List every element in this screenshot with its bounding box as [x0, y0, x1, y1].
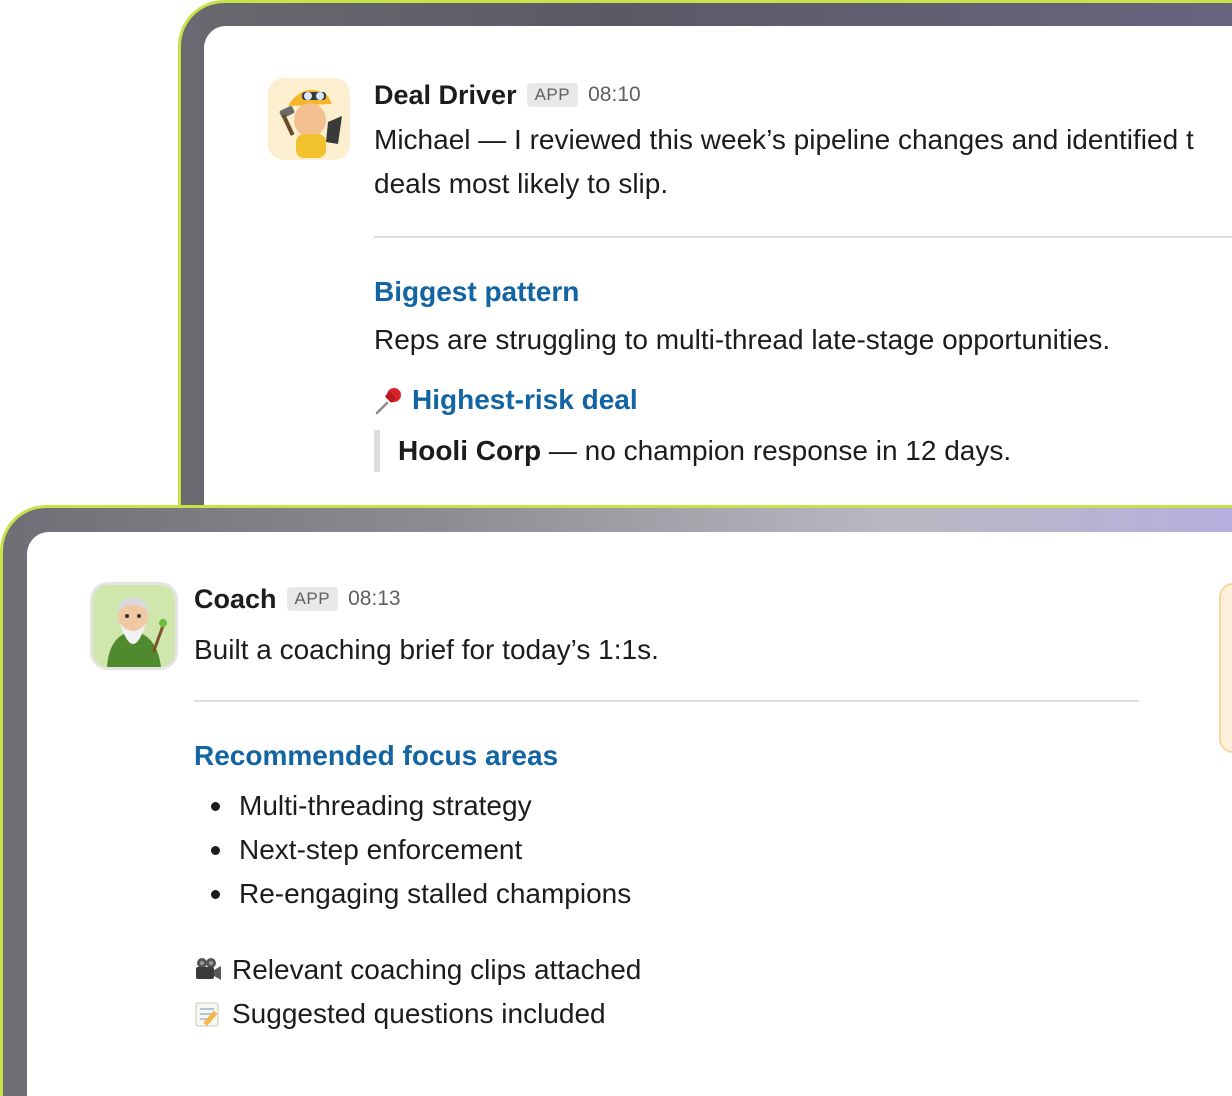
- coach-message: Coach APP 08:13 Built a coaching brief f…: [90, 582, 1139, 1036]
- focus-list: Multi-threading strategy Next-step enfor…: [194, 784, 1139, 916]
- risk-quote: Hooli Corp — no champion response in 12 …: [374, 430, 1232, 472]
- sender-name[interactable]: Deal Driver: [374, 80, 517, 111]
- memo-icon: [195, 1002, 219, 1027]
- coach-window: Coach APP 08:13 Built a coaching brief f…: [0, 505, 1232, 1096]
- deal-driver-message: Deal Driver APP 08:10 Michael — I review…: [268, 78, 1232, 472]
- list-item: Multi-threading strategy: [194, 784, 1139, 828]
- deal-driver-avatar[interactable]: [268, 78, 350, 160]
- clips-text: Relevant coaching clips attached: [232, 954, 642, 985]
- side-card: [1219, 583, 1232, 753]
- coach-intro: Built a coaching brief for today’s 1:1s.: [194, 634, 659, 665]
- risk-company: Hooli Corp: [398, 435, 542, 466]
- timestamp[interactable]: 08:13: [348, 587, 401, 611]
- app-badge: APP: [526, 83, 579, 107]
- deal-driver-header: Deal Driver APP 08:10: [374, 78, 1232, 112]
- app-badge: APP: [286, 587, 339, 611]
- risk-detail: — no champion response in 12 days.: [541, 435, 1012, 466]
- movie-camera-icon: [196, 958, 221, 980]
- message-intro-line1: Michael — I reviewed this week’s pipelin…: [374, 124, 1194, 155]
- questions-text: Suggested questions included: [232, 998, 606, 1029]
- divider: [374, 236, 1232, 238]
- screen: Deal Driver APP 08:10 Michael — I review…: [0, 0, 1232, 1096]
- list-item: Re-engaging stalled champions: [194, 872, 1139, 916]
- risk-heading: Highest-risk deal: [412, 384, 638, 415]
- clips-line: Relevant coaching clips attached: [194, 948, 1139, 992]
- coach-avatar[interactable]: [90, 582, 178, 670]
- risk-heading-row: Highest-risk deal: [374, 384, 1232, 416]
- questions-line: Suggested questions included: [194, 992, 1139, 1036]
- pattern-text: Reps are struggling to multi-thread late…: [374, 324, 1111, 355]
- focus-heading: Recommended focus areas: [194, 740, 559, 771]
- timestamp[interactable]: 08:10: [588, 83, 641, 107]
- pushpin-icon: [375, 388, 401, 415]
- sender-name[interactable]: Coach: [194, 584, 277, 615]
- divider: [194, 700, 1139, 702]
- message-intro-line2: deals most likely to slip.: [374, 168, 669, 199]
- deal-driver-panel: Deal Driver APP 08:10 Michael — I review…: [204, 26, 1232, 540]
- wizard-character-icon: [93, 585, 175, 667]
- pattern-heading: Biggest pattern: [374, 276, 580, 307]
- list-item: Next-step enforcement: [194, 828, 1139, 872]
- coach-header: Coach APP 08:13: [194, 582, 1139, 616]
- coach-panel: Coach APP 08:13 Built a coaching brief f…: [27, 532, 1232, 1096]
- builder-character-icon: [268, 78, 350, 160]
- deal-driver-window: Deal Driver APP 08:10 Michael — I review…: [178, 0, 1232, 540]
